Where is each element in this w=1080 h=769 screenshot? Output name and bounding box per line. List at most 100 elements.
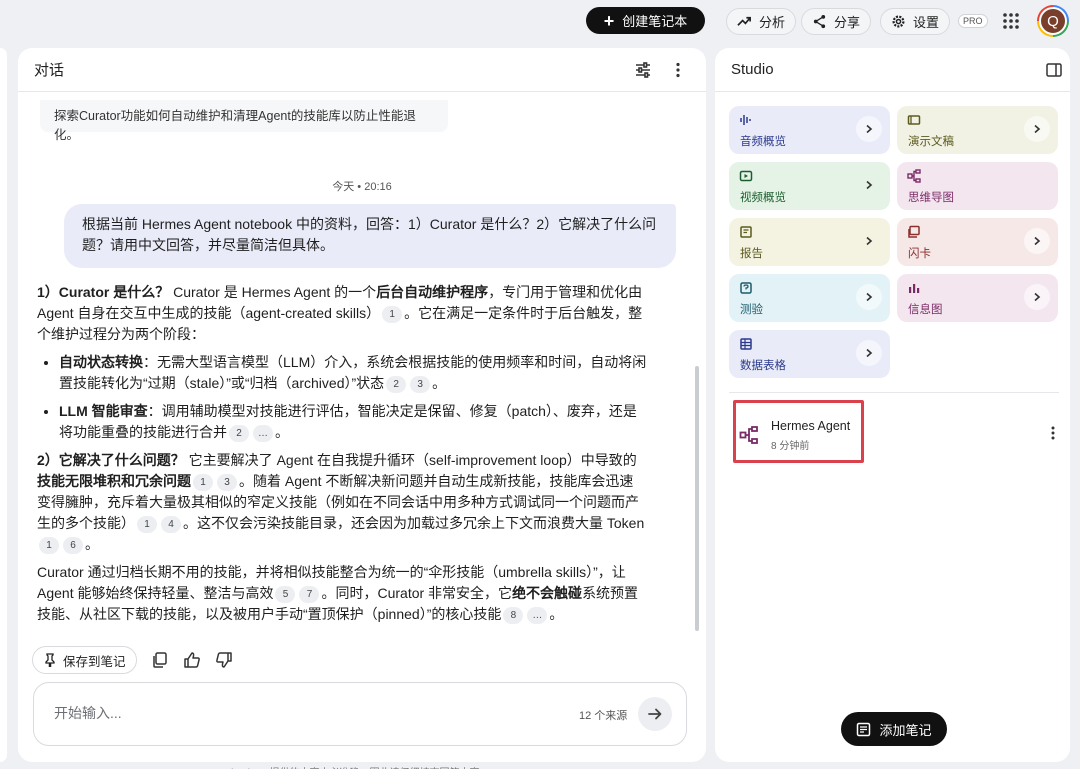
apps-grid-icon[interactable] (1002, 12, 1020, 30)
citation-chip[interactable]: 5 (275, 586, 296, 603)
citation-chip[interactable]: 2 (229, 425, 249, 442)
top-bar: + 创建笔记本 分析 分享 设置 PRO Q (0, 0, 1080, 44)
tile-label: 思维导图 (908, 192, 954, 204)
add-note-button[interactable]: 添加笔记 (841, 712, 947, 746)
answer-paragraph: 1）Curator 是什么？ Curator 是 Hermes Agent 的一… (37, 282, 647, 345)
list-item: LLM 智能审查：调用辅助模型对技能进行评估，智能决定是保留、修复（patch）… (59, 401, 647, 443)
tile-label: 演示文稿 (908, 136, 954, 148)
note-icon (857, 722, 871, 736)
citation-chip[interactable]: 2 (386, 376, 407, 393)
chevron-right-icon[interactable] (1024, 228, 1050, 254)
citation-chip[interactable]: 6 (63, 537, 83, 554)
chat-scrollbar[interactable] (695, 366, 699, 631)
citation-chip[interactable]: 1 (137, 516, 157, 533)
chevron-right-icon[interactable] (856, 228, 882, 254)
arrow-right-icon (648, 708, 662, 720)
citation-chip[interactable]: … (253, 425, 273, 442)
analyze-button[interactable]: 分析 (726, 8, 797, 35)
video-icon (739, 170, 753, 182)
chat-panel: 对话 探索Curator功能如何自动维护和清理Agent的技能库以防止性能退化。… (18, 48, 706, 762)
studio-tile-slides[interactable]: 演示文稿 (897, 106, 1058, 154)
chevron-right-icon[interactable] (856, 116, 882, 142)
previous-suggestion[interactable]: 探索Curator功能如何自动维护和清理Agent的技能库以防止性能退化。 (40, 100, 448, 142)
chevron-right-icon[interactable] (856, 284, 882, 310)
chevron-right-icon[interactable] (1024, 116, 1050, 142)
citation-chip[interactable]: 1 (382, 306, 403, 323)
send-button[interactable] (638, 697, 672, 731)
citation-chip[interactable]: 3 (217, 474, 237, 491)
pro-badge: PRO (958, 14, 988, 28)
copy-icon[interactable] (151, 651, 169, 669)
gear-icon (892, 15, 905, 28)
tile-label: 报告 (740, 248, 763, 260)
studio-tile-data-table[interactable]: 数据表格 (729, 330, 890, 378)
tile-label: 视频概览 (740, 192, 786, 204)
tile-label: 测验 (740, 304, 763, 316)
collapse-panel-icon[interactable] (1045, 61, 1063, 79)
chat-title: 对话 (34, 62, 65, 79)
chat-input[interactable] (54, 705, 534, 721)
list-item: 自动状态转换：无需大型语言模型（LLM）介入，系统会根据技能的使用频率和时间，自… (59, 352, 647, 394)
studio-tile-report[interactable]: 报告 (729, 218, 890, 266)
trending-up-icon (737, 16, 751, 26)
citation-chip[interactable]: … (527, 607, 548, 624)
answer-text: 。 (85, 536, 99, 552)
answer-bold: LLM 智能审查 (59, 403, 148, 419)
infographic-icon (909, 284, 920, 293)
assistant-answer: 1）Curator 是什么？ Curator 是 Hermes Agent 的一… (37, 282, 647, 632)
plus-icon: + (603, 10, 615, 31)
answer-text: 。这不仅会污染技能目录，还会因为加载过多冗余上下文而浪费大量 Token (183, 515, 645, 531)
studio-panel: Studio 音频概览 演示文稿 视频概览 思维导图 报告 闪卡 测验 信息图 (715, 48, 1070, 762)
more-vert-icon[interactable] (669, 61, 687, 79)
share-icon (813, 14, 826, 29)
note-title: Hermes Agent (771, 419, 851, 433)
answer-text: 。 (275, 424, 289, 440)
studio-header: Studio (715, 48, 1070, 92)
thumb-up-icon[interactable] (183, 651, 201, 669)
studio-tile-video-overview[interactable]: 视频概览 (729, 162, 890, 210)
citation-chip[interactable]: 4 (161, 516, 181, 533)
studio-tile-flashcards[interactable]: 闪卡 (897, 218, 1058, 266)
user-message: 根据当前 Hermes Agent notebook 中的资料，回答：1）Cur… (64, 204, 676, 268)
chevron-right-icon[interactable] (856, 340, 882, 366)
chat-header: 对话 (18, 48, 706, 92)
table-icon (740, 338, 752, 350)
create-notebook-button[interactable]: + 创建笔记本 (586, 7, 705, 34)
studio-tile-infographic[interactable]: 信息图 (897, 274, 1058, 322)
studio-tile-quiz[interactable]: 测验 (729, 274, 890, 322)
citation-chip[interactable]: 3 (410, 376, 431, 393)
saved-note-item[interactable]: Hermes Agent 8 分钟前 (733, 400, 1055, 464)
note-timestamp: 8 分钟前 (771, 441, 810, 452)
citation-chip[interactable]: 7 (299, 586, 320, 603)
slides-icon (907, 115, 921, 125)
avatar[interactable]: Q (1037, 5, 1069, 37)
report-icon (740, 226, 752, 238)
chat-input-box: 12 个来源 (33, 682, 687, 746)
chevron-right-icon[interactable] (856, 172, 882, 198)
studio-tile-mind-map[interactable]: 思维导图 (897, 162, 1058, 210)
studio-tile-audio-overview[interactable]: 音频概览 (729, 106, 890, 154)
answer-text: 。 (432, 375, 447, 391)
analyze-label: 分析 (759, 15, 786, 30)
audio-wave-icon (740, 115, 751, 125)
answer-paragraph: 2）它解决了什么问题？ 它主要解决了 Agent 在自我提升循环（self-im… (37, 450, 647, 555)
source-count: 12 个来源 (579, 710, 628, 722)
answer-bold: 1）Curator 是什么？ (37, 284, 170, 300)
answer-bold: 2）它解决了什么问题？ (37, 452, 185, 468)
save-to-note-button[interactable]: 保存到笔记 (32, 646, 137, 674)
citation-chip[interactable]: 8 (503, 607, 524, 624)
tile-label: 数据表格 (740, 360, 786, 372)
citation-chip[interactable]: 1 (39, 537, 59, 554)
quiz-icon (740, 282, 752, 294)
chevron-right-icon[interactable] (1024, 284, 1050, 310)
more-vert-icon[interactable] (1045, 425, 1061, 441)
pin-icon (45, 653, 55, 667)
citation-chip[interactable]: 1 (193, 474, 213, 491)
tune-icon[interactable] (634, 61, 652, 79)
thumb-down-icon[interactable] (215, 651, 233, 669)
answer-bold: 后台自动维护程序 (376, 284, 489, 300)
settings-button[interactable]: 设置 (880, 8, 951, 35)
share-button[interactable]: 分享 (801, 8, 872, 35)
tile-label: 闪卡 (908, 248, 931, 260)
answer-text: 。同时，Curator 非常安全，它 (321, 585, 513, 601)
